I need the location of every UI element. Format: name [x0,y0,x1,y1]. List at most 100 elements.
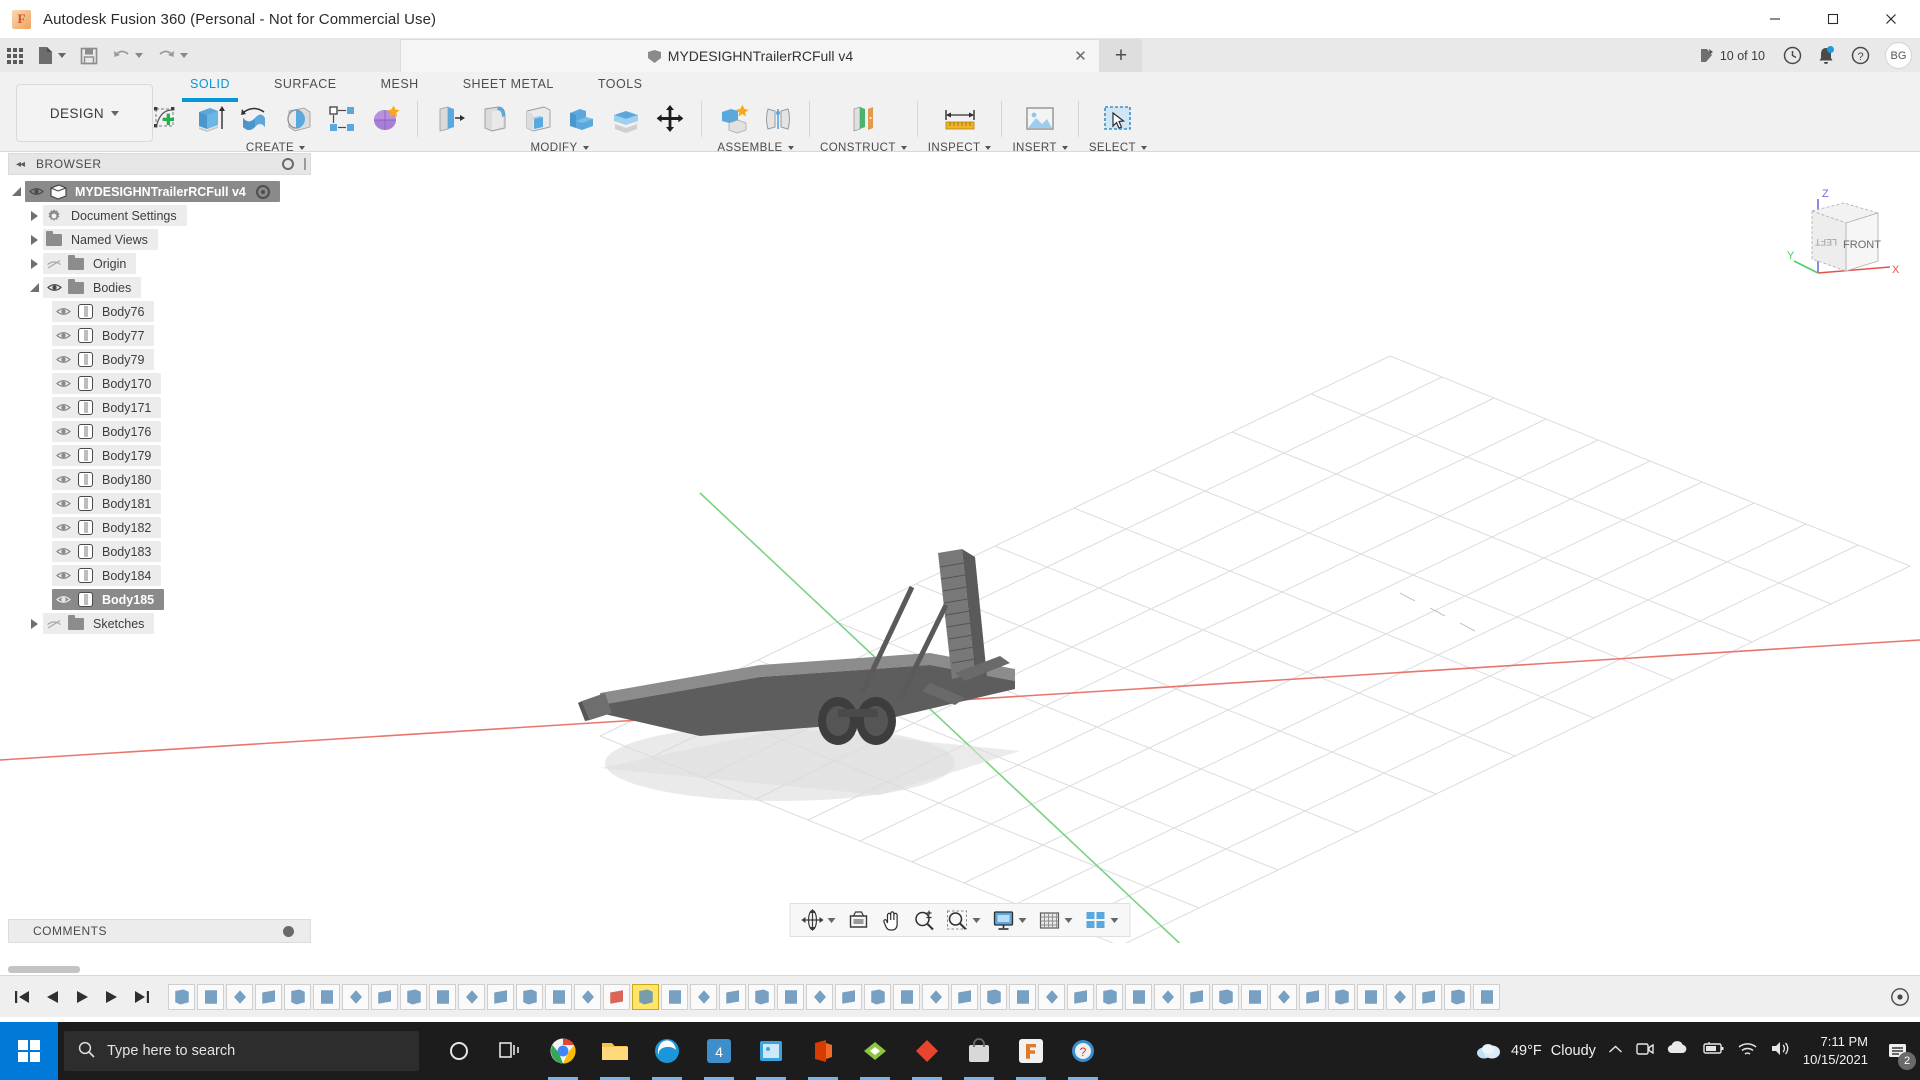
expander-open-icon[interactable] [26,283,43,292]
zoom-window-button[interactable] [942,905,986,935]
grid-snaps-button[interactable] [1034,905,1078,935]
pattern-button[interactable] [320,98,363,140]
tree-item-bodies[interactable]: Bodies [8,277,311,298]
visibility-toggle-icon[interactable] [52,402,74,413]
measure-button[interactable] [938,98,981,140]
timeline-feature[interactable] [806,983,833,1010]
timeline-feature-selected[interactable] [632,983,659,1010]
history-button[interactable] [1775,39,1809,72]
display-settings-button[interactable] [988,905,1032,935]
timeline-feature[interactable] [1444,983,1471,1010]
new-file-button[interactable] [30,39,73,72]
visibility-toggle-icon[interactable] [52,498,74,509]
tab-sheet-metal[interactable]: SHEET METAL [441,72,576,96]
wifi-tray-button[interactable] [1737,1041,1758,1062]
tab-solid[interactable]: SOLID [168,72,252,102]
timeline-feature[interactable] [255,983,282,1010]
view-cube[interactable]: Z X Y FRONT LEFT [1786,181,1908,291]
tree-item-body[interactable]: Body179 [8,445,311,466]
visibility-toggle-icon[interactable] [52,474,74,485]
green-app-button[interactable] [851,1022,899,1080]
timeline-feature[interactable] [980,983,1007,1010]
collapse-browser-icon[interactable]: ◂◂ [16,159,25,170]
visibility-toggle-off-icon[interactable] [43,258,65,270]
timeline-feature[interactable] [1009,983,1036,1010]
visibility-toggle-icon[interactable] [52,330,74,341]
timeline-feature[interactable] [1241,983,1268,1010]
tree-item-body[interactable]: Body181 [8,493,311,514]
move-copy-button[interactable] [648,98,691,140]
tree-item-body-selected[interactable]: Body185 [8,589,311,610]
taskbar-clock[interactable]: 7:11 PM 10/15/2021 [1803,1033,1868,1068]
timeline-feature[interactable] [893,983,920,1010]
browser-options-icon[interactable] [282,158,294,170]
timeline-feature[interactable] [1328,983,1355,1010]
undo-button[interactable] [105,39,150,72]
timeline-feature[interactable] [313,983,340,1010]
visibility-toggle-icon[interactable] [52,306,74,317]
timeline-feature[interactable] [1270,983,1297,1010]
timeline-feature[interactable] [1183,983,1210,1010]
tree-item-origin[interactable]: Origin [8,253,311,274]
timeline-feature[interactable] [168,983,195,1010]
visibility-toggle-off-icon[interactable] [43,618,65,630]
fillet-button[interactable] [472,98,515,140]
create-sketch-button[interactable] [144,98,187,140]
visibility-toggle-icon[interactable] [52,354,74,365]
app-grid-button[interactable] [0,39,30,72]
tree-item-document-settings[interactable]: Document Settings [8,205,311,226]
timeline-feature[interactable] [371,983,398,1010]
save-button[interactable] [73,39,105,72]
timeline-feature[interactable] [1473,983,1500,1010]
step-back-button[interactable] [38,980,66,1014]
timeline-feature[interactable] [1299,983,1326,1010]
press-pull-button[interactable] [428,98,471,140]
weather-widget[interactable]: 49°F Cloudy [1475,1041,1596,1061]
timeline-feature[interactable] [342,983,369,1010]
new-component-button[interactable] [712,98,755,140]
tab-mesh[interactable]: MESH [359,72,441,96]
volume-tray-button[interactable] [1770,1040,1791,1062]
step-forward-button[interactable] [98,980,126,1014]
timeline-feature[interactable] [458,983,485,1010]
notifications-button[interactable] [1809,39,1843,72]
horizontal-scrollbar[interactable] [8,966,80,973]
timeline-feature[interactable] [226,983,253,1010]
look-at-button[interactable] [843,905,875,935]
visibility-toggle-icon[interactable] [52,378,74,389]
timeline-feature[interactable] [1096,983,1123,1010]
new-document-tab-button[interactable]: + [1100,39,1142,72]
onedrive-tray-button[interactable] [1667,1041,1689,1061]
visibility-toggle-icon[interactable] [52,450,74,461]
timeline-feature[interactable] [690,983,717,1010]
workspace-selector[interactable]: DESIGN [16,84,153,142]
timeline-feature[interactable] [951,983,978,1010]
user-avatar[interactable]: BG [1885,42,1912,69]
timeline-feature[interactable] [661,983,688,1010]
timeline-feature[interactable] [284,983,311,1010]
tree-item-body[interactable]: Body176 [8,421,311,442]
expander-open-icon[interactable] [8,187,25,196]
redo-button[interactable] [150,39,195,72]
timeline-feature[interactable] [835,983,862,1010]
document-tab[interactable]: MYDESIGHNTrailerRCFull v4 ✕ [400,39,1100,72]
file-explorer-button[interactable] [591,1022,639,1080]
skip-to-start-button[interactable] [8,980,36,1014]
form-button[interactable] [364,98,407,140]
tree-item-sketches[interactable]: Sketches [8,613,311,634]
pan-button[interactable] [877,905,907,935]
timeline-settings-icon[interactable] [1890,987,1910,1007]
visibility-toggle-icon[interactable] [52,594,74,605]
visibility-toggle-icon[interactable] [25,186,47,197]
timeline-feature[interactable] [197,983,224,1010]
fusion360-taskbar-button[interactable] [1007,1022,1055,1080]
visibility-toggle-icon[interactable] [43,282,65,293]
tree-item-body[interactable]: Body170 [8,373,311,394]
maximize-button[interactable] [1804,0,1862,39]
timeline-feature[interactable] [1125,983,1152,1010]
edge-button[interactable] [643,1022,691,1080]
timeline-feature[interactable] [1212,983,1239,1010]
tree-item-body[interactable]: Body184 [8,565,311,586]
select-button[interactable] [1096,98,1139,140]
taskbar-search[interactable]: Type here to search [64,1031,419,1071]
